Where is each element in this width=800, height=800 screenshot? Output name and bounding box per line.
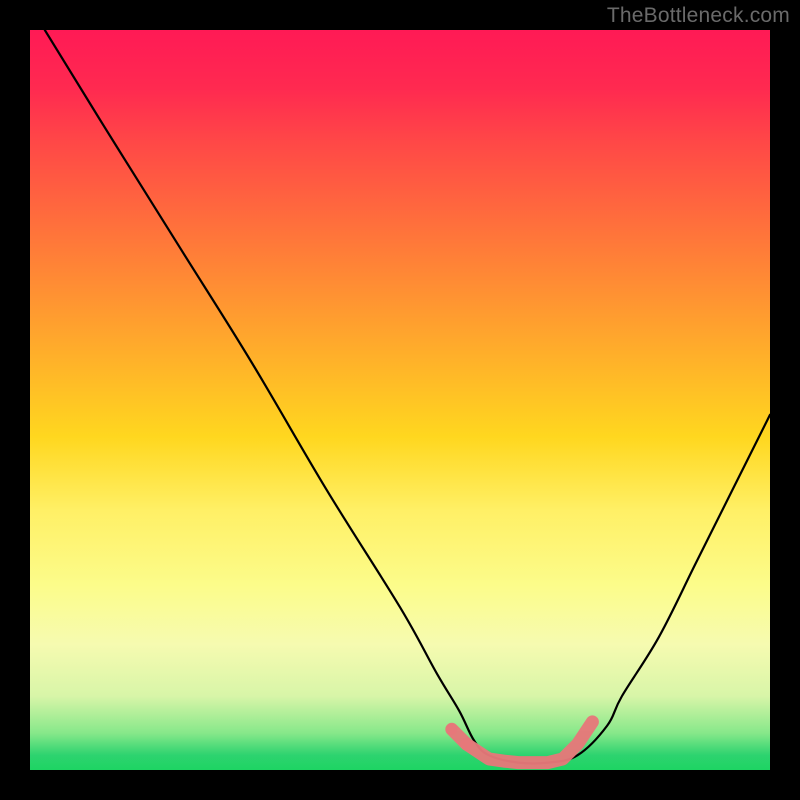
plot-area (30, 30, 770, 770)
chart-svg (30, 30, 770, 770)
bottleneck-curve-line (45, 30, 770, 764)
watermark-text: TheBottleneck.com (607, 4, 790, 28)
chart-container: TheBottleneck.com (0, 0, 800, 800)
